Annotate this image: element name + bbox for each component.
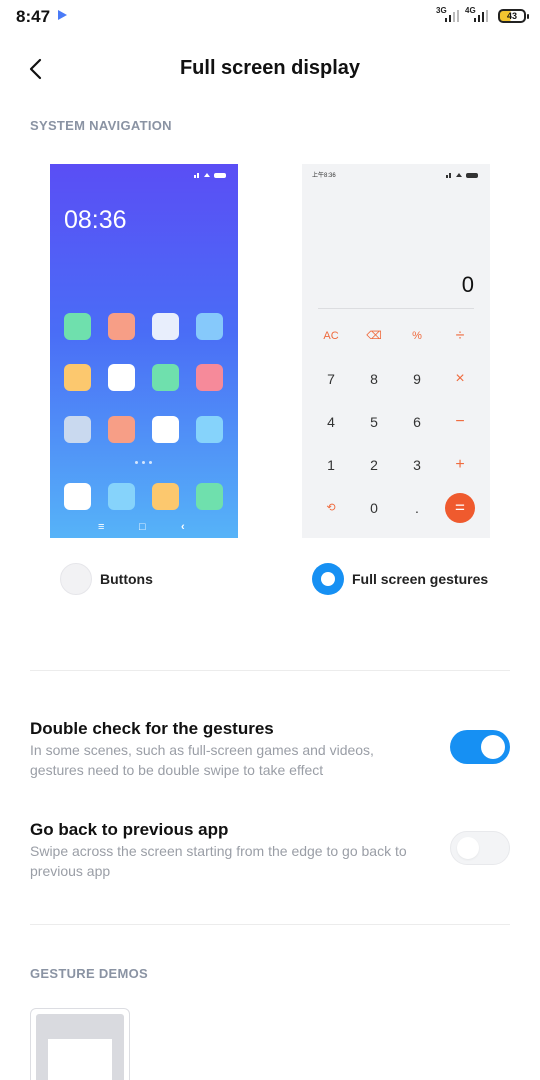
- dock-app-icon: [64, 483, 91, 510]
- menu-key-icon: ≡: [98, 521, 105, 533]
- app-icon: [64, 364, 91, 391]
- preview-status-time: 上午8:36: [312, 173, 336, 179]
- calc-key-divide: ÷: [455, 327, 465, 344]
- calc-key-equals: =: [445, 493, 475, 523]
- calc-key-percent: %: [412, 330, 422, 342]
- home-key-icon: □: [139, 521, 146, 533]
- app-icon: [108, 364, 135, 391]
- section-label-gesture-demos: GESTURE DEMOS: [30, 966, 149, 981]
- gesture-demo-card[interactable]: [30, 1008, 130, 1080]
- calc-key-minus: −: [455, 413, 465, 430]
- mini-status-icons: [194, 173, 226, 178]
- app-icon: [152, 313, 179, 340]
- buttons-navigation-preview[interactable]: 08:36 ≡ □ ‹: [50, 164, 238, 538]
- calc-key-clear: AC: [323, 330, 339, 342]
- battery-icon: 43: [498, 9, 529, 23]
- back-key-icon: ‹: [181, 521, 185, 533]
- setting-title-go-back: Go back to previous app: [30, 820, 229, 839]
- top-bar: Full screen display: [0, 44, 540, 94]
- toggle-go-back[interactable]: [450, 831, 510, 865]
- app-icon: [108, 416, 135, 443]
- app-icon: [64, 313, 91, 340]
- calc-key-6: 6: [413, 414, 421, 430]
- calc-key-5: 5: [370, 414, 378, 430]
- signal-icon-2: [474, 10, 490, 22]
- mini-status-icons: [446, 173, 478, 178]
- calc-key-3: 3: [413, 457, 421, 473]
- status-time: 8:47: [16, 7, 51, 26]
- play-store-icon: [58, 10, 67, 20]
- signal-icon-1: [445, 10, 461, 22]
- calc-key-4: 4: [327, 414, 335, 430]
- setting-desc-double-check: In some scenes, such as full-screen game…: [30, 742, 374, 778]
- setting-title-double-check: Double check for the gestures: [30, 719, 274, 738]
- radio-full-screen-gestures[interactable]: [312, 563, 344, 595]
- setting-desc-go-back: Swipe across the screen starting from th…: [30, 843, 407, 879]
- toggle-double-check[interactable]: [450, 730, 510, 764]
- page-indicator: [135, 461, 153, 465]
- divider: [30, 670, 510, 671]
- app-icon: [152, 364, 179, 391]
- radio-label-buttons[interactable]: Buttons: [100, 571, 153, 587]
- radio-label-full-screen-gestures[interactable]: Full screen gestures: [352, 571, 488, 587]
- gestures-navigation-preview[interactable]: 上午8:36 0 AC ⌫ % ÷ 7 8 9 × 4 5 6 − 1 2 3 …: [302, 164, 490, 538]
- dock-app-icon: [196, 483, 223, 510]
- calc-key-backspace-icon: ⌫: [366, 330, 382, 342]
- app-icon: [196, 416, 223, 443]
- calculator-divider: [318, 308, 474, 309]
- calc-key-7: 7: [327, 371, 335, 387]
- page-title: Full screen display: [179, 57, 361, 79]
- calc-key-multiply: ×: [455, 370, 465, 387]
- calculator-display: 0: [461, 272, 474, 297]
- calc-key-2: 2: [370, 457, 378, 473]
- calc-key-decimal: .: [415, 500, 419, 516]
- calc-key-plus: +: [455, 456, 465, 473]
- radio-buttons[interactable]: [60, 563, 92, 595]
- status-bar: 8:47 3G 4G 43: [0, 0, 540, 34]
- app-icon: [196, 364, 223, 391]
- app-icon: [152, 416, 179, 443]
- preview-clock: 08:36: [64, 206, 127, 234]
- demo-phone-screen: [48, 1039, 112, 1080]
- app-icon: [196, 313, 223, 340]
- calc-key-0: 0: [370, 500, 378, 516]
- dock-app-icon: [152, 483, 179, 510]
- demo-phone-frame: [36, 1014, 124, 1080]
- calc-key-9: 9: [413, 371, 421, 387]
- app-icon: [64, 416, 91, 443]
- calc-key-1: 1: [327, 457, 335, 473]
- calc-key-8: 8: [370, 371, 378, 387]
- section-label-system-navigation: SYSTEM NAVIGATION: [30, 118, 172, 133]
- divider: [30, 924, 510, 925]
- dock-app-icon: [108, 483, 135, 510]
- calc-key-mode-icon: ⟲: [326, 502, 336, 514]
- app-icon: [108, 313, 135, 340]
